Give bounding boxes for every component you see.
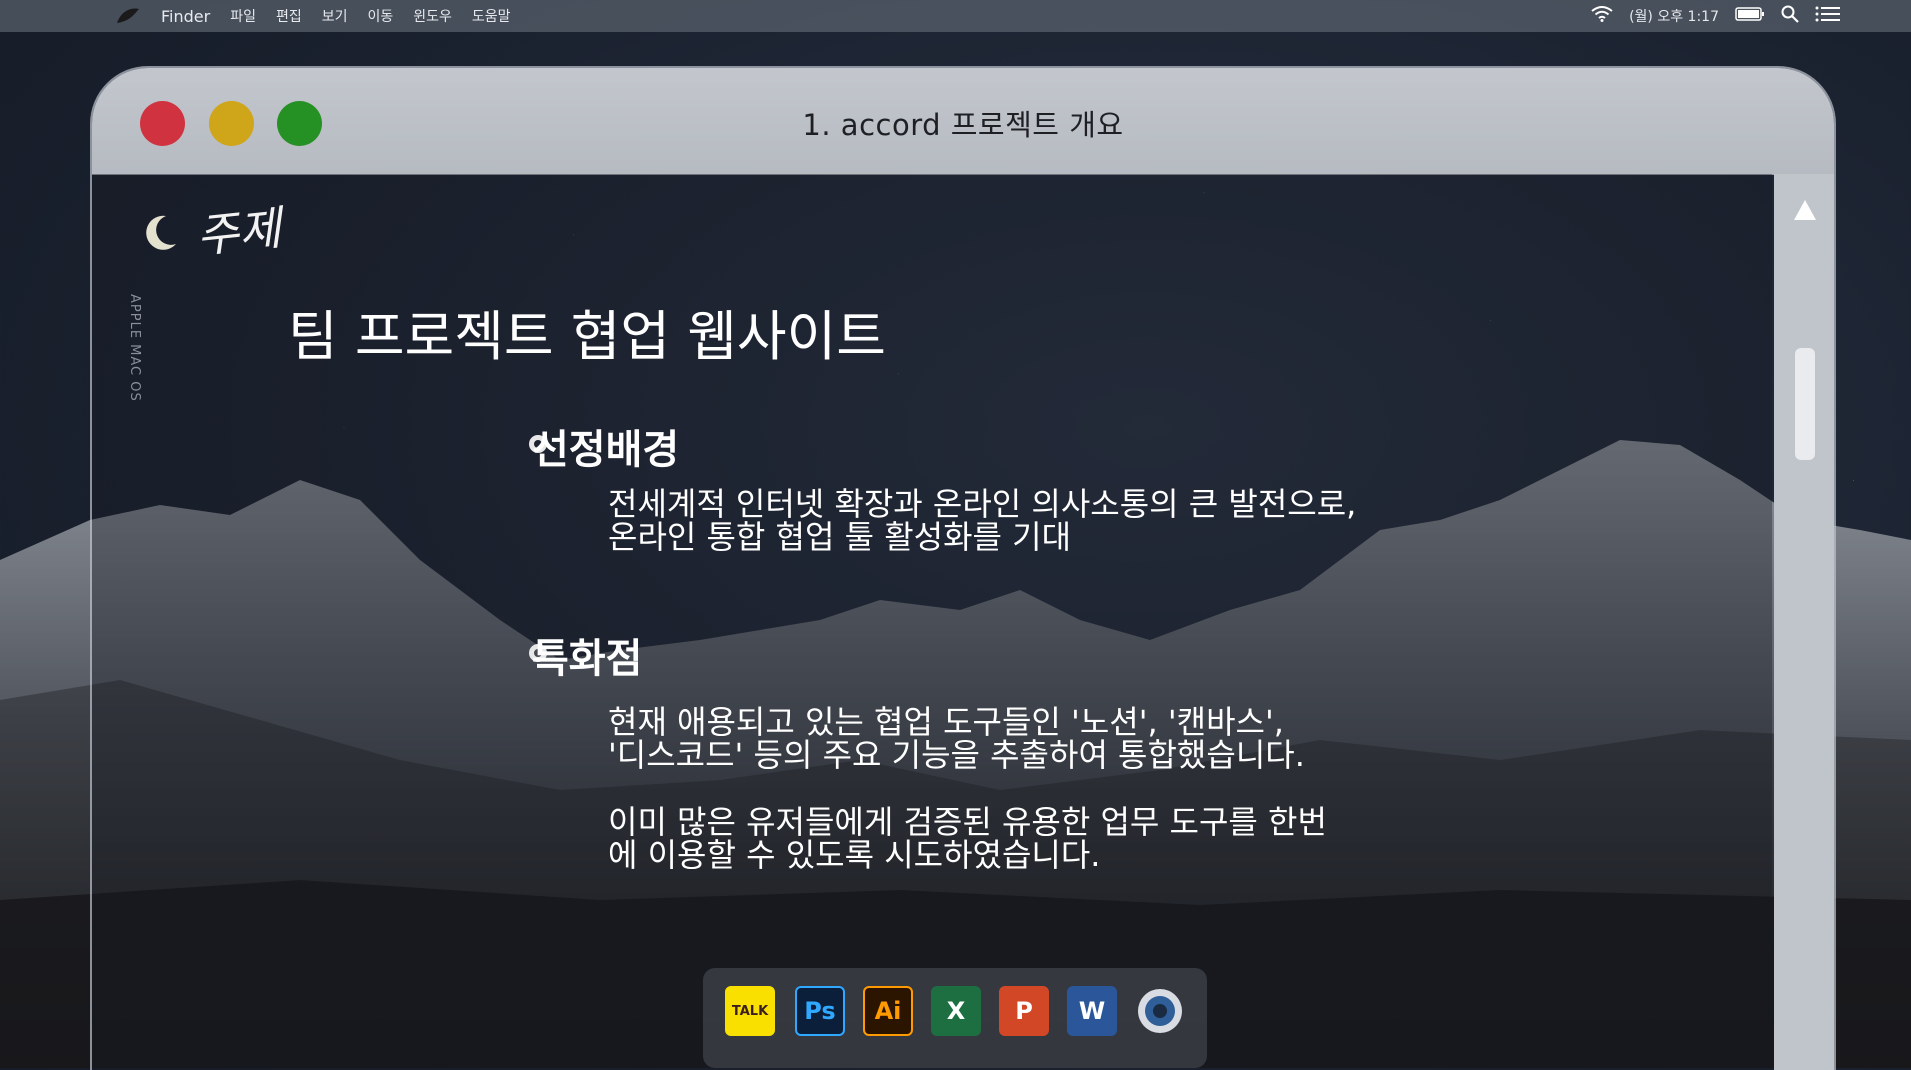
- vertical-scrollbar[interactable]: [1774, 174, 1834, 1070]
- section-features-text-2: 이미 많은 유저들에게 검증된 유용한 업무 도구를 한번 에 이용할 수 있도…: [608, 803, 1327, 874]
- menu-window[interactable]: 윈도우: [413, 6, 452, 26]
- list-menu-icon[interactable]: [1815, 5, 1841, 27]
- excel-icon[interactable]: X: [931, 986, 981, 1036]
- powerpoint-icon[interactable]: P: [999, 986, 1049, 1036]
- section-features-text-1: 현재 애용되고 있는 협업 도구들인 '노션', '캔바스', '디스코드' 등…: [608, 703, 1305, 774]
- section-title-background: 선정배경: [532, 427, 680, 473]
- scroll-thumb[interactable]: [1795, 348, 1815, 460]
- section-background-text: 전세계적 인터넷 확장과 온라인 의사소통의 큰 발전으로, 온라인 통합 협업…: [608, 485, 1357, 556]
- menu-file[interactable]: 파일: [230, 6, 256, 26]
- slide-content: 주제 APPLE MAC OS 팀 프로젝트 협업 웹사이트 선정배경 전세계적…: [92, 174, 1772, 1070]
- menu-finder[interactable]: Finder: [161, 7, 210, 26]
- vertical-side-text: APPLE MAC OS: [127, 294, 142, 402]
- word-icon[interactable]: W: [1067, 986, 1117, 1036]
- wifi-icon[interactable]: [1591, 6, 1613, 26]
- menu-view[interactable]: 보기: [322, 6, 348, 26]
- search-icon[interactable]: [1781, 5, 1799, 27]
- moon-icon: [146, 215, 176, 250]
- illustrator-icon[interactable]: Ai: [863, 986, 913, 1036]
- app-logo-icon[interactable]: [115, 6, 141, 26]
- battery-icon[interactable]: [1735, 6, 1765, 26]
- menu-edit[interactable]: 편집: [276, 6, 302, 26]
- menu-bar: Finder 파일 편집 보기 이동 윈도우 도움말 (월) 오후 1:17: [0, 0, 1911, 32]
- aperture-icon[interactable]: [1135, 986, 1185, 1036]
- dock: TALK Ps Ai X P W: [703, 968, 1207, 1068]
- page-title: 팀 프로젝트 협업 웹사이트: [288, 305, 886, 368]
- photoshop-icon[interactable]: Ps: [795, 986, 845, 1036]
- section-title-features: 특화점: [532, 636, 643, 682]
- app-window: 1. accord 프로젝트 개요 주제 APPLE MAC OS 팀 프로젝트…: [90, 66, 1836, 1070]
- menu-go[interactable]: 이동: [368, 6, 394, 26]
- window-title: 1. accord 프로젝트 개요: [802, 108, 1124, 142]
- scroll-up-arrow-icon[interactable]: [1794, 200, 1816, 220]
- clock[interactable]: (월) 오후 1:17: [1629, 6, 1719, 26]
- menu-help[interactable]: 도움말: [472, 6, 511, 26]
- topic-label: 주제: [193, 200, 284, 264]
- title-bar[interactable]: 1. accord 프로젝트 개요: [92, 68, 1834, 175]
- kakaotalk-icon[interactable]: TALK: [725, 986, 775, 1036]
